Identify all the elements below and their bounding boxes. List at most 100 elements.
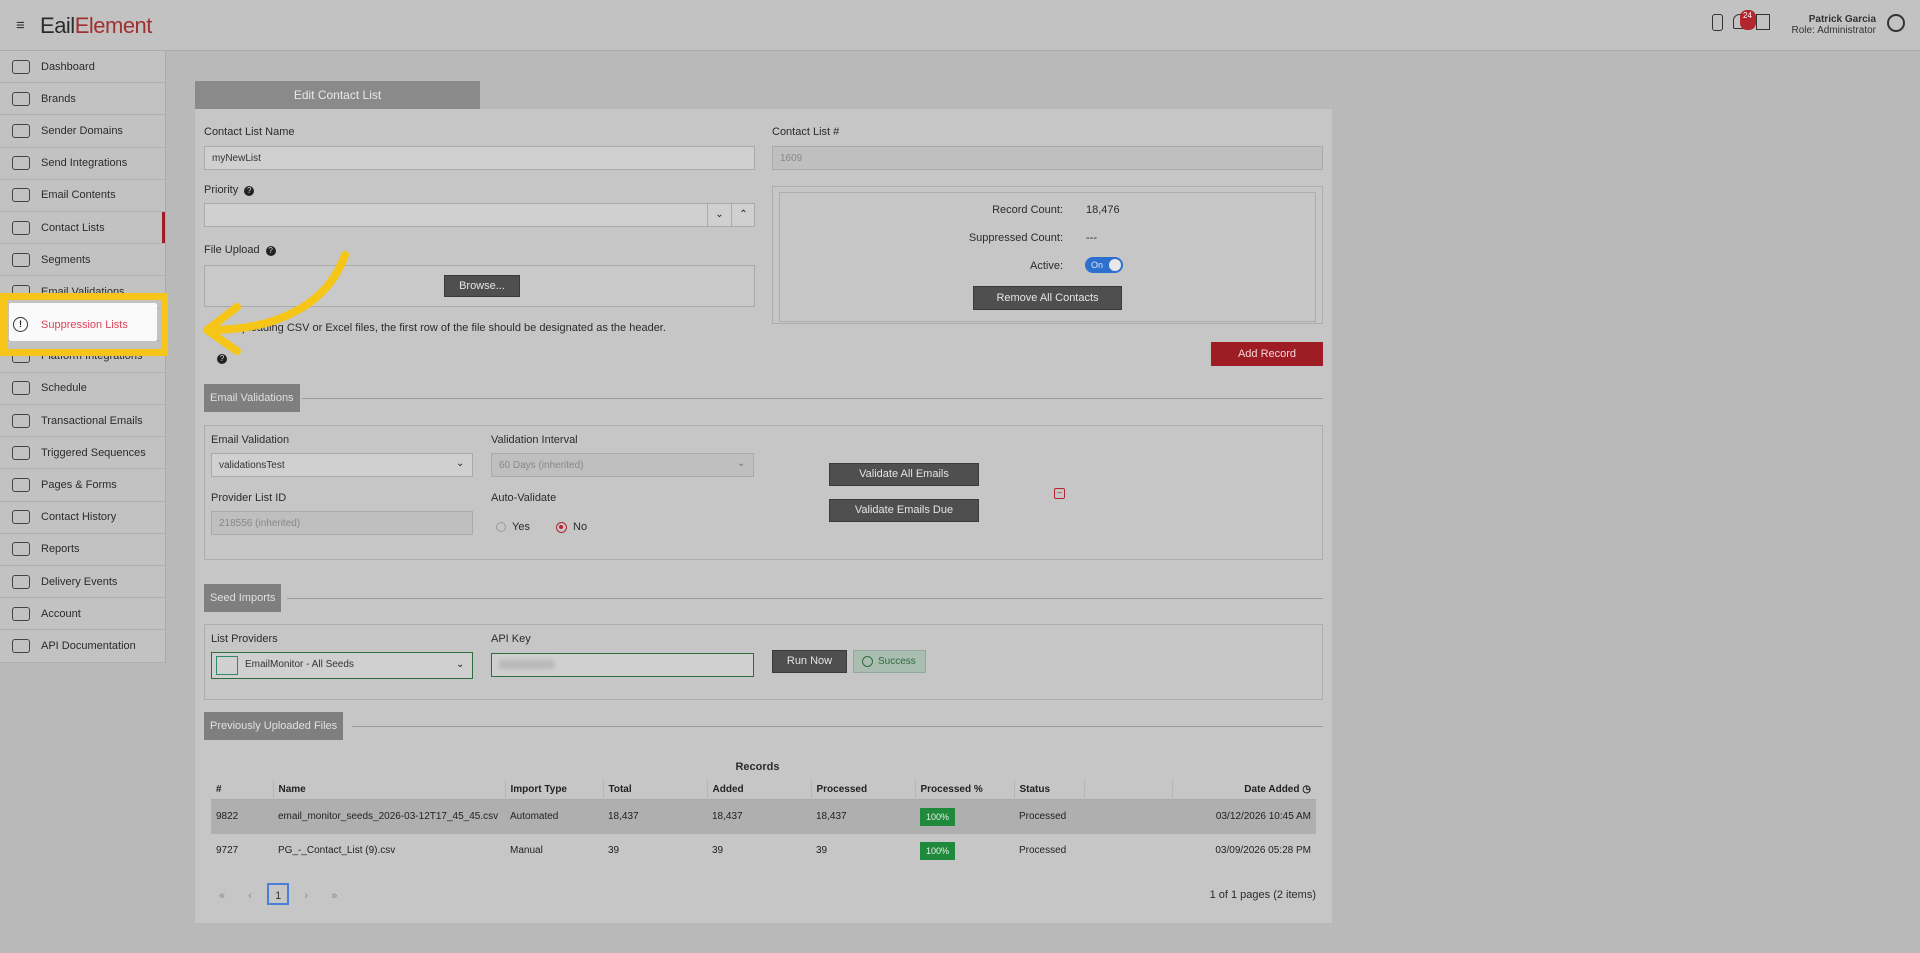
- user-avatar-icon[interactable]: [1887, 14, 1905, 32]
- pager-current-page[interactable]: 1: [267, 883, 290, 905]
- cell-pct: 100%: [915, 834, 1014, 868]
- mobile-icon[interactable]: [1712, 14, 1723, 31]
- run-now-button[interactable]: Run Now: [772, 650, 847, 673]
- sidebar-item-contact-lists[interactable]: Contact Lists: [0, 211, 165, 245]
- table-row[interactable]: 9822 email_monitor_seeds_2026-03-12T17_4…: [211, 799, 1316, 834]
- processed-pct-badge: 100%: [920, 807, 956, 826]
- sidebar-item-label: Contact Lists: [41, 221, 105, 234]
- cell-type: Automated: [510, 811, 559, 823]
- hamburger-menu-icon[interactable]: ≡: [16, 17, 25, 34]
- user-info: Patrick Garcia Role: Administrator: [1792, 14, 1876, 36]
- record-count-label: Record Count:: [992, 204, 1063, 216]
- logout-icon[interactable]: [1756, 14, 1770, 30]
- sidebar-item-dashboard[interactable]: Dashboard: [0, 51, 165, 84]
- sidebar-item-label: API Documentation: [41, 639, 136, 652]
- records-group-header: Records: [735, 761, 780, 773]
- bell-icon[interactable]: 24: [1733, 10, 1756, 30]
- list-name-label: Contact List Name: [204, 126, 295, 138]
- list-providers-select[interactable]: EmailMonitor - All Seeds: [211, 652, 473, 679]
- col-name[interactable]: Name: [273, 780, 506, 800]
- cell-added: 39: [712, 845, 724, 856]
- active-toggle[interactable]: On: [1085, 257, 1123, 273]
- sidebar-item-label: Suppression Lists: [41, 319, 128, 331]
- radio-no-label: No: [573, 521, 588, 533]
- help-icon[interactable]: ?: [244, 186, 255, 196]
- sidebar-item-label: Pages & Forms: [41, 479, 117, 492]
- cell-num: 9822: [216, 811, 239, 823]
- cell-added: 18,437: [712, 811, 743, 823]
- pager-prev-button[interactable]: ‹: [239, 885, 261, 907]
- book-icon: [12, 220, 30, 235]
- sidebar-item-account[interactable]: Account: [0, 598, 165, 631]
- top-bar: ≡ EailElement 24 Patrick Garcia Role: Ad…: [0, 0, 1920, 51]
- cell-name: PG_-_Contact_List (9).csv: [278, 845, 396, 856]
- seed-imports-header: Seed Imports: [204, 584, 282, 612]
- add-record-button[interactable]: Add Record: [1211, 342, 1323, 366]
- sidebar: Dashboard Brands Sender Domains Send Integr…: [0, 51, 166, 663]
- col-processed-pct[interactable]: Processed %: [915, 780, 1015, 800]
- uploaded-files-header: Previously Uploaded Files: [204, 712, 344, 740]
- pager: « ‹ 1 › »: [211, 883, 348, 907]
- list-number-field: 1609: [772, 146, 1323, 170]
- priority-input[interactable]: [204, 203, 755, 227]
- col-status[interactable]: Status: [1014, 780, 1085, 800]
- sidebar-item-email-contents[interactable]: Email Contents: [0, 180, 165, 212]
- sidebar-item-reports[interactable]: Reports: [0, 534, 165, 566]
- email-validation-select[interactable]: validationsTest: [211, 453, 473, 477]
- globe-icon: [12, 123, 30, 138]
- pager-last-button[interactable]: »: [323, 885, 345, 907]
- logo[interactable]: EailElement: [40, 13, 152, 39]
- cell-processed: 18,437: [816, 811, 847, 823]
- validation-interval-select[interactable]: 60 Days (inherited): [491, 453, 754, 477]
- sidebar-item-transactional-emails[interactable]: Transactional Emails: [0, 405, 165, 438]
- col-num[interactable]: #: [211, 780, 274, 800]
- doc-icon: [12, 638, 30, 653]
- user-name: Patrick Garcia: [1808, 14, 1876, 25]
- col-added[interactable]: Added: [707, 780, 812, 800]
- sidebar-item-delivery-events[interactable]: Delivery Events: [0, 566, 165, 599]
- cell-num: 9727: [216, 845, 239, 856]
- sidebar-item-segments[interactable]: Segments: [0, 244, 165, 277]
- api-key-input[interactable]: [491, 653, 754, 677]
- at-icon: [12, 413, 30, 428]
- col-total[interactable]: Total: [603, 780, 708, 800]
- wrench-icon: [12, 156, 30, 171]
- sidebar-item-triggered-sequences[interactable]: Triggered Sequences: [0, 437, 165, 470]
- sidebar-item-schedule[interactable]: Schedule: [0, 373, 165, 406]
- chevron-down-icon: ⌄: [456, 659, 465, 670]
- bolt-icon: [12, 445, 30, 460]
- validate-emails-due-button[interactable]: Validate Emails Due: [829, 499, 979, 522]
- sidebar-item-api-documentation[interactable]: API Documentation: [0, 630, 165, 663]
- radio-yes[interactable]: [496, 522, 506, 532]
- sidebar-item-pages-forms[interactable]: Pages & Forms: [0, 469, 165, 502]
- sidebar-item-brands[interactable]: Brands: [0, 83, 165, 116]
- sidebar-item-label: Account: [41, 607, 81, 620]
- list-name-input[interactable]: myNewList: [204, 146, 755, 170]
- validations-panel: [204, 425, 1323, 560]
- sidebar-item-label: Dashboard: [41, 60, 95, 73]
- sidebar-item-sender-domains[interactable]: Sender Domains: [0, 115, 165, 148]
- col-date-added[interactable]: Date Added ◷: [1172, 780, 1316, 800]
- table-row[interactable]: 9727 PG_-_Contact_List (9).csv Manual 39…: [211, 834, 1316, 868]
- browse-button[interactable]: Browse...: [444, 275, 520, 297]
- clipboard-icon: [12, 510, 30, 525]
- cell-status: Processed: [1019, 845, 1067, 856]
- chevron-down-icon[interactable]: ⌄: [707, 204, 731, 226]
- col-processed[interactable]: Processed: [811, 780, 916, 800]
- sidebar-item-contact-history[interactable]: Contact History: [0, 502, 165, 534]
- cell-pct: 100%: [915, 800, 1014, 834]
- sidebar-item-send-integrations[interactable]: Send Integrations: [0, 148, 165, 180]
- tab-edit-contact-list[interactable]: Edit Contact List: [195, 81, 480, 109]
- validate-all-emails-button[interactable]: Validate All Emails: [829, 463, 979, 486]
- pager-first-button[interactable]: «: [211, 885, 233, 907]
- col-import-type[interactable]: Import Type: [505, 780, 604, 800]
- remove-all-contacts-button[interactable]: Remove All Contacts: [973, 286, 1122, 310]
- pager-next-button[interactable]: ›: [295, 885, 317, 907]
- cell-date: 03/09/2026 05:28 PM: [1215, 845, 1311, 856]
- collapse-icon[interactable]: –: [1054, 488, 1065, 499]
- radio-no[interactable]: [556, 522, 567, 533]
- validation-interval-label: Validation Interval: [491, 434, 578, 446]
- cell-blank: [1084, 834, 1172, 868]
- chevron-up-icon[interactable]: ⌃: [731, 204, 755, 226]
- radio-yes-label: Yes: [512, 521, 530, 533]
